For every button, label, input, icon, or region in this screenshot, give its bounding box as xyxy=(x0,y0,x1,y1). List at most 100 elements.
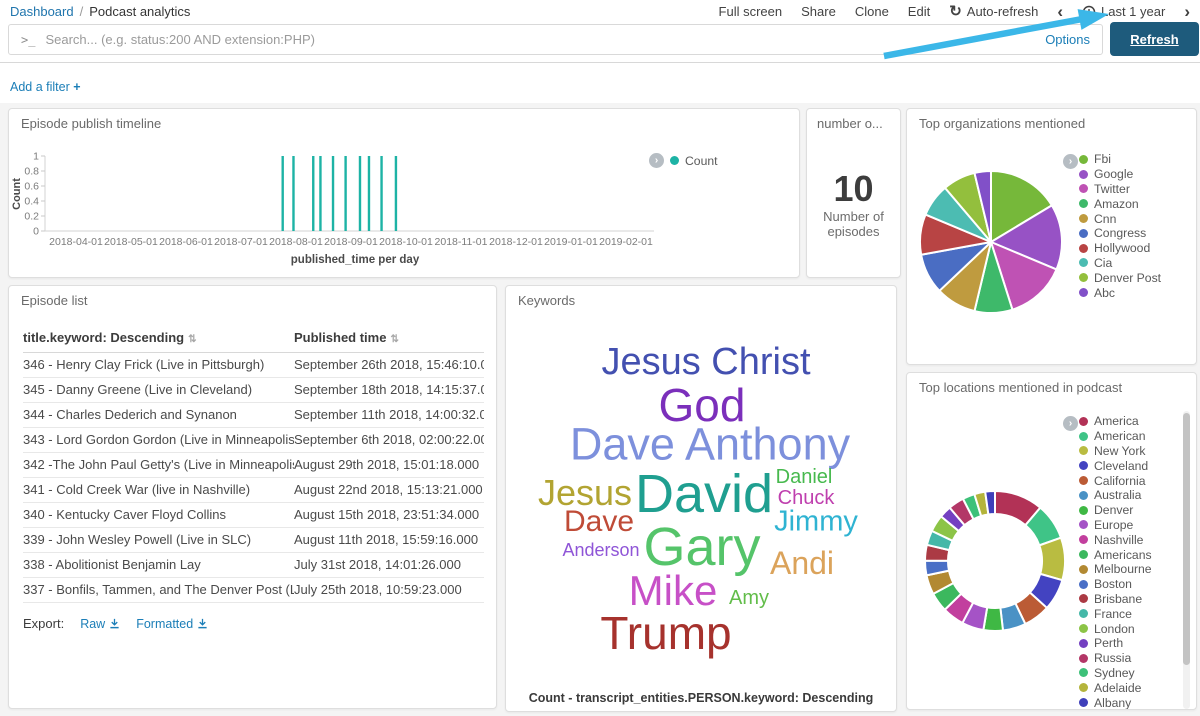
metric-block: 10 Number of episodes xyxy=(807,171,900,240)
legend-dot xyxy=(1079,199,1088,208)
legend-item-melbourne[interactable]: Melbourne xyxy=(1079,562,1152,577)
legend-dot xyxy=(1079,639,1088,648)
legend-item-cia[interactable]: Cia xyxy=(1079,256,1161,271)
timeline-bar[interactable] xyxy=(344,156,346,231)
edit-button[interactable]: Edit xyxy=(908,4,930,19)
timeline-bar[interactable] xyxy=(380,156,382,231)
timeline-bar[interactable] xyxy=(281,156,283,231)
legend-item-hollywood[interactable]: Hollywood xyxy=(1079,241,1161,256)
legend-item-russia[interactable]: Russia xyxy=(1079,651,1152,666)
time-range-picker[interactable]: Last 1 year xyxy=(1082,4,1165,19)
svg-text:0.2: 0.2 xyxy=(24,211,39,223)
legend-item-cnn[interactable]: Cnn xyxy=(1079,211,1161,226)
legend-dot xyxy=(1079,288,1088,297)
word-jimmy[interactable]: Jimmy xyxy=(774,508,858,537)
table-row: 337 - Bonfils, Tammen, and The Denver Po… xyxy=(23,578,484,603)
legend-item-congress[interactable]: Congress xyxy=(1079,226,1161,241)
legend-item-perth[interactable]: Perth xyxy=(1079,636,1152,651)
legend-item-new-york[interactable]: New York xyxy=(1079,444,1152,459)
legend-dot xyxy=(1079,417,1088,426)
timeline-bar[interactable] xyxy=(395,156,397,231)
timeline-bar[interactable] xyxy=(332,156,334,231)
legend-item-australia[interactable]: Australia xyxy=(1079,488,1152,503)
word-dave[interactable]: Dave xyxy=(564,507,634,537)
legend-item-denver[interactable]: Denver xyxy=(1079,503,1152,518)
legend-item-count[interactable]: Count xyxy=(685,154,718,168)
clone-button[interactable]: Clone xyxy=(855,4,889,19)
word-daniel[interactable]: Daniel xyxy=(776,467,833,487)
full-screen-button[interactable]: Full screen xyxy=(719,4,783,19)
legend-item-adelaide[interactable]: Adelaide xyxy=(1079,680,1152,695)
table-row: 345 - Danny Greene (Live in Cleveland)Se… xyxy=(23,378,484,403)
word-david[interactable]: David xyxy=(635,467,773,521)
auto-refresh-button[interactable]: ↻ Auto-refresh xyxy=(949,4,1038,19)
export-raw-link[interactable]: Raw xyxy=(80,617,120,631)
legend-item-california[interactable]: California xyxy=(1079,473,1152,488)
legend-expand-icon[interactable]: › xyxy=(649,153,664,168)
legend-item-cleveland[interactable]: Cleveland xyxy=(1079,458,1152,473)
table-cell: September 26th 2018, 15:46:10.000 xyxy=(294,353,484,378)
time-range-prev-button[interactable]: ‹ xyxy=(1057,3,1063,20)
legend-item-denver-post[interactable]: Denver Post xyxy=(1079,270,1161,285)
breadcrumb-current: Podcast analytics xyxy=(89,4,190,19)
word-andi[interactable]: Andi xyxy=(770,547,834,579)
legend-item-google[interactable]: Google xyxy=(1079,167,1161,182)
svg-text:0.6: 0.6 xyxy=(24,181,39,193)
word-jesus-christ[interactable]: Jesus Christ xyxy=(601,343,810,381)
navbar-actions: Full screen Share Clone Edit ↻ Auto-refr… xyxy=(719,3,1190,20)
timeline-bar[interactable] xyxy=(292,156,294,231)
legend-expand-icon[interactable]: › xyxy=(1063,416,1078,431)
refresh-button[interactable]: Refresh xyxy=(1110,22,1199,56)
timeline-bar[interactable] xyxy=(368,156,370,231)
table-cell: August 29th 2018, 15:01:18.000 xyxy=(294,453,484,478)
word-anderson[interactable]: Anderson xyxy=(562,541,639,559)
word-gary[interactable]: Gary xyxy=(643,520,760,574)
export-formatted-link[interactable]: Formatted xyxy=(136,617,208,631)
breadcrumb-dashboard-link[interactable]: Dashboard xyxy=(10,4,74,19)
legend-dot xyxy=(1079,624,1088,633)
legend-item-france[interactable]: France xyxy=(1079,606,1152,621)
svg-text:2018-08-01: 2018-08-01 xyxy=(269,236,323,248)
legend-item-fbi[interactable]: Fbi xyxy=(1079,152,1161,167)
legend-item-albany[interactable]: Albany xyxy=(1079,695,1152,710)
table-cell: September 6th 2018, 02:00:22.000 xyxy=(294,428,484,453)
word-dave-anthony[interactable]: Dave Anthony xyxy=(570,422,850,467)
column-header-title[interactable]: title.keyword: Descending⇅ xyxy=(23,326,294,353)
legend-item-sydney[interactable]: Sydney xyxy=(1079,666,1152,681)
search-input[interactable] xyxy=(45,32,1035,47)
legend-item-twitter[interactable]: Twitter xyxy=(1079,182,1161,197)
table-cell: August 11th 2018, 15:59:16.000 xyxy=(294,528,484,553)
legend-item-amazon[interactable]: Amazon xyxy=(1079,196,1161,211)
svg-text:1: 1 xyxy=(33,151,39,163)
legend-item-boston[interactable]: Boston xyxy=(1079,577,1152,592)
console-prompt-icon: >_ xyxy=(21,33,35,47)
legend-dot xyxy=(1079,580,1088,589)
timeline-bar[interactable] xyxy=(359,156,361,231)
legend-item-brisbane[interactable]: Brisbane xyxy=(1079,592,1152,607)
word-mike[interactable]: Mike xyxy=(629,570,718,612)
legend-item-london[interactable]: London xyxy=(1079,621,1152,636)
legend-scrollbar-thumb[interactable] xyxy=(1183,413,1190,665)
legend-dot xyxy=(1079,446,1088,455)
word-amy[interactable]: Amy xyxy=(729,588,769,608)
table-cell: 337 - Bonfils, Tammen, and The Denver Po… xyxy=(23,578,294,603)
legend-dot xyxy=(1079,214,1088,223)
word-trump[interactable]: Trump xyxy=(600,610,731,656)
timeline-bar[interactable] xyxy=(319,156,321,231)
legend-item-american[interactable]: American xyxy=(1079,429,1152,444)
time-range-next-button[interactable]: › xyxy=(1184,3,1190,20)
panel-title: Episode list xyxy=(9,286,496,308)
legend-item-europe[interactable]: Europe xyxy=(1079,518,1152,533)
legend-expand-icon[interactable]: › xyxy=(1063,154,1078,169)
search-options-link[interactable]: Options xyxy=(1045,32,1090,47)
column-header-published-time[interactable]: Published time⇅ xyxy=(294,326,484,353)
timeline-bar[interactable] xyxy=(312,156,314,231)
panel-top-locations: Top locations mentioned in podcast › Ame… xyxy=(906,372,1197,710)
legend-item-americans[interactable]: Americans xyxy=(1079,547,1152,562)
legend-item-nashville[interactable]: Nashville xyxy=(1079,532,1152,547)
add-filter-link[interactable]: Add a filter + xyxy=(10,80,81,94)
share-button[interactable]: Share xyxy=(801,4,836,19)
legend-item-america[interactable]: America xyxy=(1079,414,1152,429)
legend-dot xyxy=(1079,258,1088,267)
legend-item-abc[interactable]: Abc xyxy=(1079,285,1161,300)
